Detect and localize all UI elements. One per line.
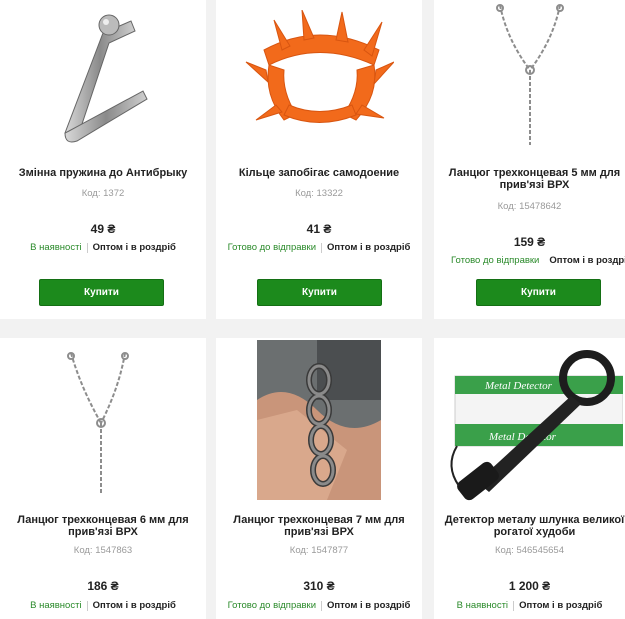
stock-status: Готово до відправки <box>227 600 317 611</box>
product-title[interactable]: Ланцюг трехконцевая 7 мм для прив'язі ВР… <box>222 514 416 538</box>
wholesale-label: Оптом і в роздріб <box>327 242 411 253</box>
product-code: Код: 1547863 <box>0 545 206 556</box>
wholesale-label: Оптом і в роздріб <box>92 242 176 253</box>
product-card: Ланцюг трехконцевая 5 мм для прив'язі ВР… <box>434 0 625 319</box>
product-image[interactable] <box>216 0 422 150</box>
wholesale-label: Оптом і в роздріб <box>549 255 625 266</box>
product-image[interactable] <box>434 0 625 150</box>
stock-status: В наявності <box>30 600 82 611</box>
product-card: Ланцюг трехконцевая 6 мм для прив'язі ВР… <box>0 338 206 619</box>
code-value: 1372 <box>103 188 125 199</box>
code-value: 1547863 <box>95 545 133 556</box>
product-code: Код: 15478642 <box>434 201 625 212</box>
product-image[interactable] <box>0 348 206 498</box>
product-code: Код: 1372 <box>0 188 206 199</box>
code-value: 546545654 <box>516 545 564 556</box>
code-label: Код: <box>295 188 314 199</box>
availability-row: В наявності Оптом і в роздріб <box>0 242 206 253</box>
divider <box>513 600 515 611</box>
product-price: 310 ₴ <box>303 579 335 593</box>
stock-status: В наявності <box>30 242 82 253</box>
spring-clip-icon <box>64 14 148 142</box>
product-price: 41 ₴ <box>306 222 332 236</box>
divider <box>86 600 88 611</box>
availability-row: Готово до відправки Оптом і в роздріб <box>216 242 422 253</box>
box-top-text: Metal Detector <box>484 380 553 392</box>
product-image[interactable] <box>216 340 422 500</box>
product-code: Код: 1547877 <box>216 545 422 556</box>
code-label: Код: <box>495 545 514 556</box>
product-price: 1 200 ₴ <box>508 579 551 593</box>
product-price: 186 ₴ <box>87 579 119 593</box>
availability-row: В наявності Оптом і в роздріб <box>434 600 625 611</box>
stock-status: Готово до відправки <box>451 255 540 266</box>
availability-row: В наявності Оптом і в роздріб <box>0 600 206 611</box>
product-grid: Змінна пружина до Антибрыку Код: 1372 49… <box>0 0 625 619</box>
product-title[interactable]: Ланцюг трехконцевая 6 мм для прив'язі ВР… <box>6 514 200 538</box>
spiked-ring-icon <box>245 10 394 123</box>
product-title[interactable]: Детектор металу шлунка великої рогатої х… <box>444 514 625 538</box>
code-label: Код: <box>497 201 517 212</box>
product-card: Кільце запобігає самодоение Код: 13322 4… <box>216 0 422 319</box>
metal-detector-icon: Metal Detector Metal Detector <box>450 350 623 501</box>
wholesale-label: Оптом і в роздріб <box>92 600 176 611</box>
wholesale-label: Оптом і в роздріб <box>519 600 603 611</box>
product-title[interactable]: Ланцюг трехконцевая 5 мм для прив'язі ВР… <box>444 167 625 191</box>
product-price: 159 ₴ <box>513 235 546 249</box>
code-value: 1547877 <box>311 545 349 556</box>
stock-status: Готово до відправки <box>227 242 317 253</box>
product-code: Код: 546545654 <box>434 545 625 556</box>
product-image[interactable] <box>0 0 206 150</box>
product-card: Metal Detector Metal Detector Детектор м… <box>434 338 625 619</box>
chain-hand-photo <box>257 340 381 500</box>
product-title[interactable]: Кільце запобігає самодоение <box>222 167 416 179</box>
product-card: Ланцюг трехконцевая 7 мм для прив'язі ВР… <box>216 338 422 619</box>
code-value: 15478642 <box>519 201 562 212</box>
product-image[interactable]: Metal Detector Metal Detector <box>434 344 625 504</box>
buy-button[interactable]: Купити <box>476 279 601 306</box>
divider <box>321 600 323 611</box>
availability-row: Готово до відправки Оптом і в роздріб <box>216 600 422 611</box>
buy-button[interactable]: Купити <box>257 279 382 306</box>
code-label: Код: <box>289 545 309 556</box>
divider <box>86 242 88 253</box>
chain-icon <box>67 352 129 493</box>
product-code: Код: 13322 <box>216 188 422 199</box>
chain-icon <box>495 4 564 145</box>
wholesale-label: Оптом і в роздріб <box>327 600 411 611</box>
stock-status: В наявності <box>456 600 509 611</box>
divider <box>321 242 323 253</box>
code-label: Код: <box>81 188 101 199</box>
product-title[interactable]: Змінна пружина до Антибрыку <box>6 167 200 179</box>
availability-row: Готово до відправки Оптом і в роздріб <box>451 255 625 266</box>
buy-button[interactable]: Купити <box>39 279 164 306</box>
product-price: 49 ₴ <box>90 222 116 236</box>
code-label: Код: <box>73 545 93 556</box>
code-value: 13322 <box>316 188 343 199</box>
product-card: Змінна пружина до Антибрыку Код: 1372 49… <box>0 0 206 319</box>
